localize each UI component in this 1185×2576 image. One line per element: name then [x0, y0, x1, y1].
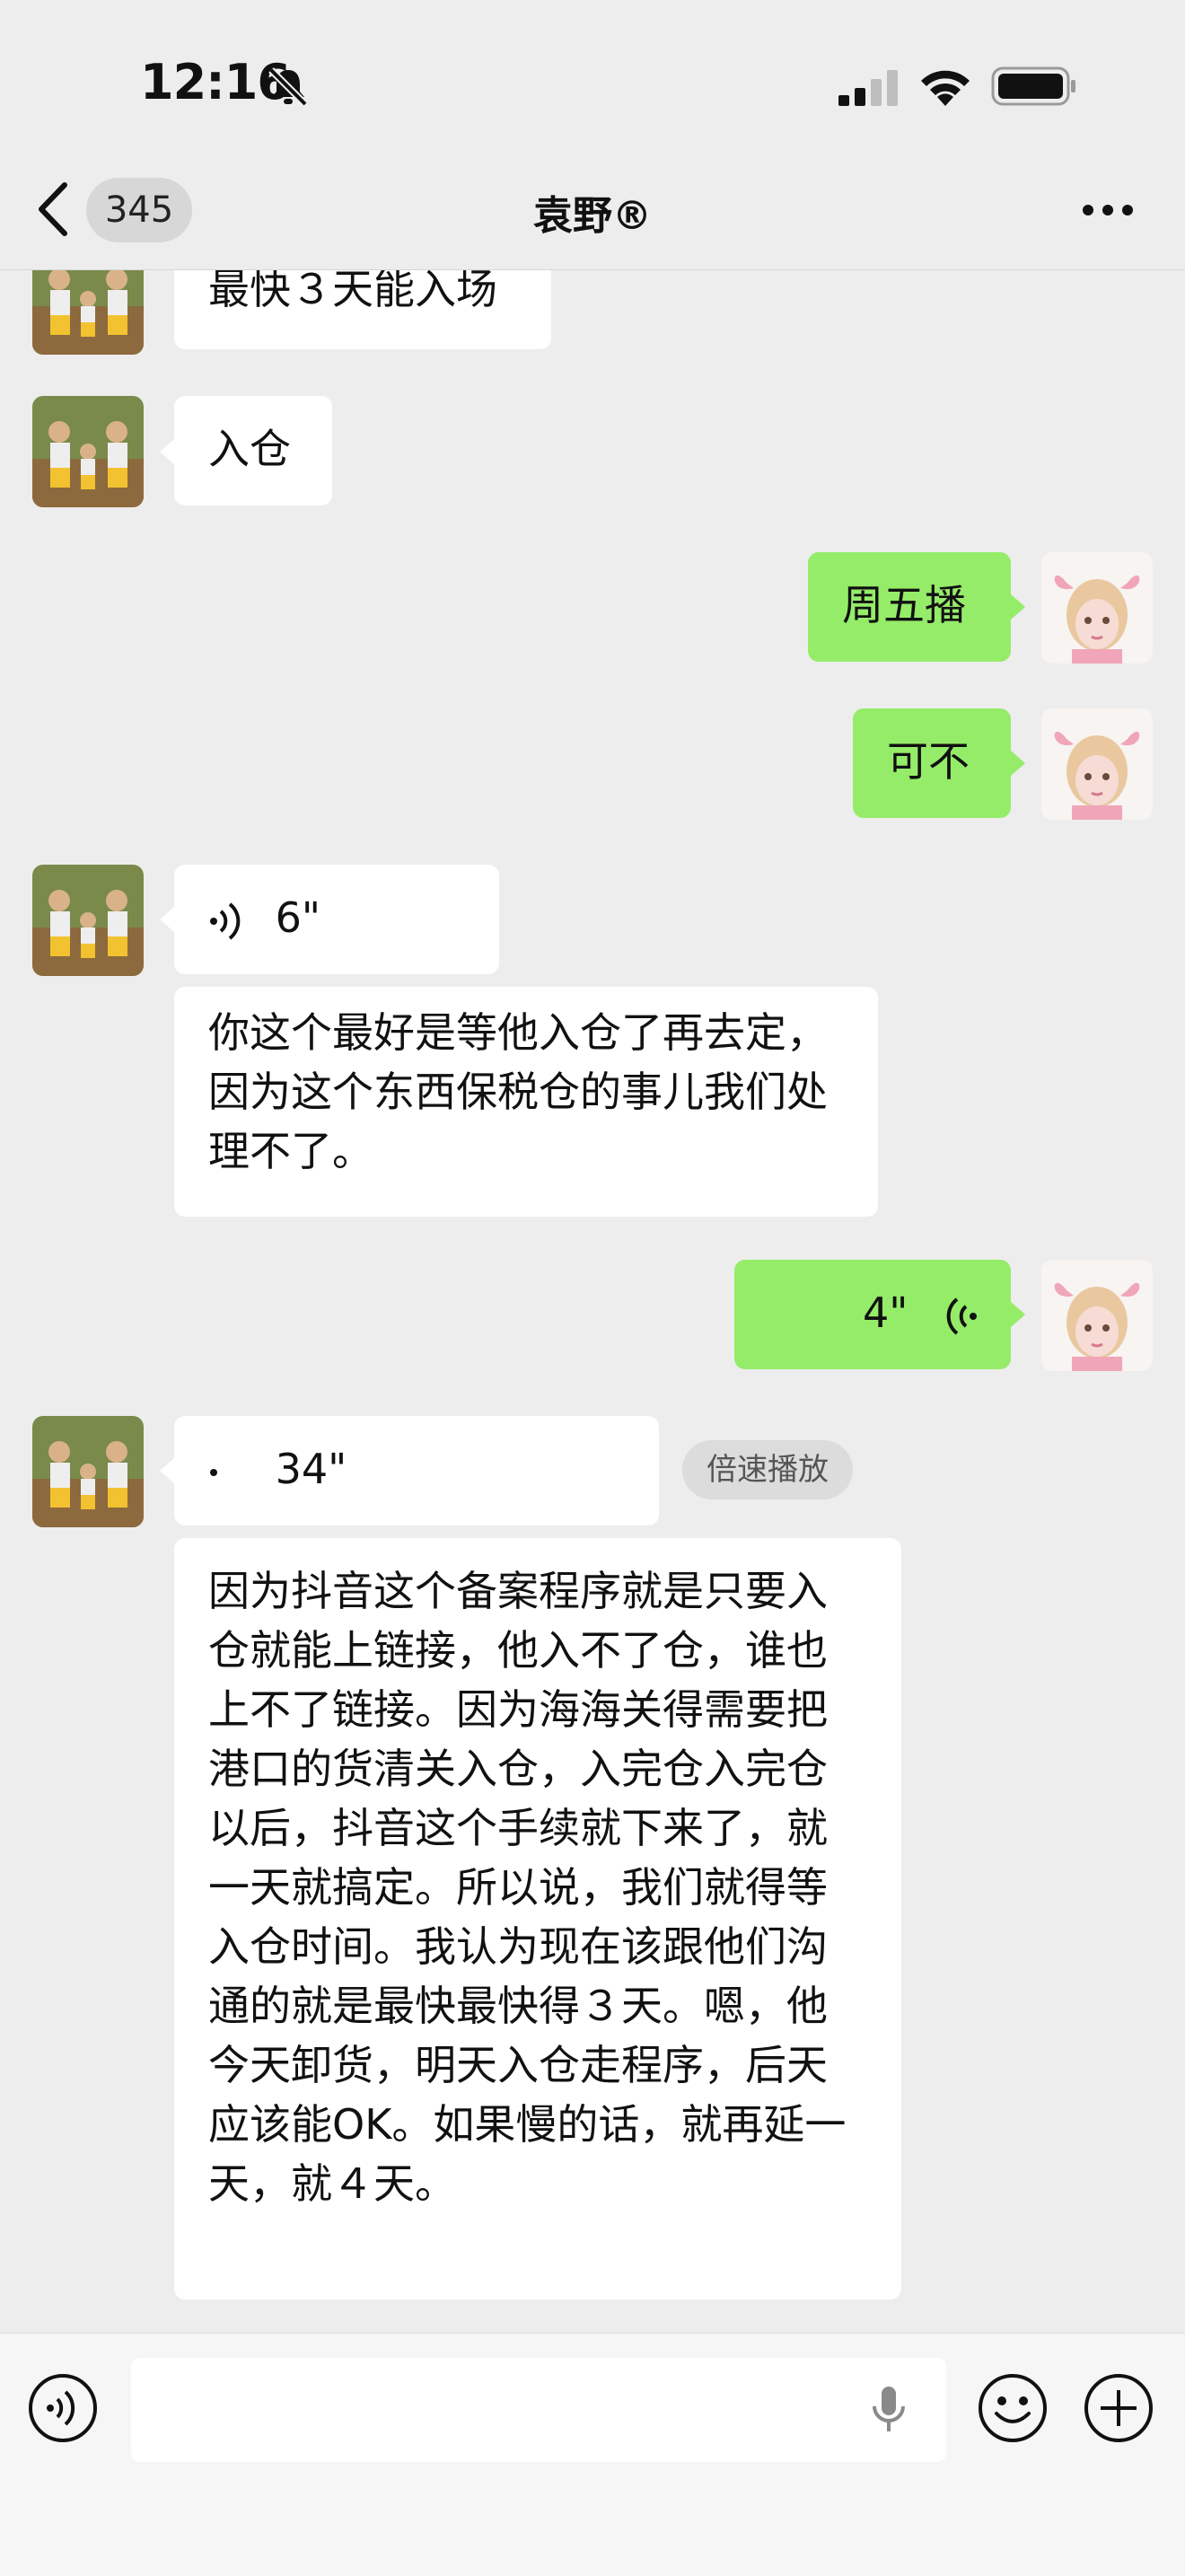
my-avatar[interactable]	[1041, 708, 1153, 820]
voice-wave-icon	[210, 901, 241, 940]
voice-duration: 4"	[862, 1288, 908, 1337]
bubble-tail	[1011, 751, 1025, 776]
bubble-tail	[160, 907, 174, 932]
my-avatar[interactable]	[1041, 1260, 1153, 1371]
sent-voice-message-bubble[interactable]: 4"	[734, 1260, 1011, 1369]
message-input[interactable]	[131, 2358, 946, 2462]
my-avatar[interactable]	[1041, 552, 1153, 664]
message-bubble[interactable]: 你这个最好是等他入仓了再去定，因为这个东西保税仓的事儿我们处理不了。	[174, 987, 878, 1217]
message-text: 周五播	[842, 581, 966, 629]
message-text: 入仓	[208, 425, 291, 473]
battery-icon	[991, 66, 1075, 106]
microphone-icon[interactable]	[871, 2385, 907, 2435]
sent-message-bubble[interactable]: 周五播	[808, 552, 1011, 662]
message-text: 因为抖音这个备案程序就是只要入仓就能上链接，他入不了仓，谁也上不了链接。因为海海…	[208, 1567, 847, 2208]
wifi-icon	[921, 70, 970, 106]
bubble-tail	[160, 1458, 174, 1483]
contact-avatar[interactable]	[32, 396, 144, 507]
voice-wave-icon	[946, 1297, 977, 1335]
playback-speed-button[interactable]: 倍速播放	[682, 1440, 853, 1499]
more-icon[interactable]	[1081, 203, 1135, 217]
voice-wave-icon	[210, 1468, 217, 1476]
message-bubble[interactable]: 入仓	[174, 396, 332, 506]
message-text: 可不	[887, 737, 970, 786]
message-text: 你这个最好是等他入仓了再去定，因为这个东西保税仓的事儿我们处理不了。	[208, 1008, 828, 1175]
voice-input-icon[interactable]	[27, 2372, 99, 2444]
bubble-tail	[160, 439, 174, 464]
voice-duration: 34"	[275, 1445, 347, 1493]
emoji-icon[interactable]	[977, 2372, 1049, 2444]
signal-icon	[838, 70, 898, 106]
message-bubble[interactable]: 最快３天能入场	[174, 270, 551, 349]
chat-title: 袁野®	[533, 193, 652, 239]
voice-message-bubble[interactable]: 6"	[174, 865, 499, 974]
sent-message-bubble[interactable]: 可不	[853, 708, 1011, 818]
mute-bell-icon	[268, 67, 308, 106]
bubble-tail	[1011, 1302, 1025, 1327]
message-text: 最快３天能入场	[208, 270, 497, 313]
voice-message-bubble[interactable]: 34"	[174, 1416, 659, 1525]
contact-avatar[interactable]	[32, 270, 144, 355]
voice-duration: 6"	[275, 893, 321, 942]
contact-avatar[interactable]	[32, 1416, 144, 1527]
contact-avatar[interactable]	[32, 865, 144, 976]
message-bubble[interactable]: 因为抖音这个备案程序就是只要入仓就能上链接，他入不了仓，谁也上不了链接。因为海海…	[174, 1538, 901, 2299]
bubble-tail	[1011, 594, 1025, 620]
plus-icon[interactable]	[1083, 2372, 1154, 2444]
chat-area: 最快３天能入场 入仓 周五播 可不 6" 你这个最好是等他入仓了再去定，因为这个…	[0, 270, 1185, 2332]
